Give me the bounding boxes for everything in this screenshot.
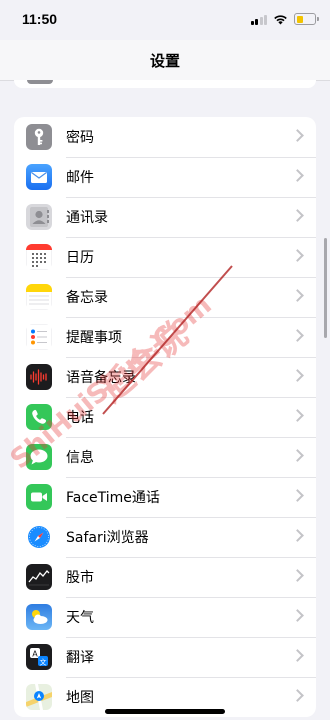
status-time: 11:50 [22, 11, 58, 27]
cellular-signal-icon [250, 14, 267, 25]
maps-icon [26, 684, 52, 710]
key-icon [26, 124, 52, 150]
battery-icon [294, 13, 319, 25]
settings-row-weather[interactable]: 天气 [14, 597, 316, 637]
weather-icon [26, 604, 52, 630]
settings-row-facetime[interactable]: FaceTime通话 [14, 477, 316, 517]
settings-row-contacts[interactable]: 通讯录 [14, 197, 316, 237]
mail-icon [26, 164, 52, 190]
status-icons [250, 13, 319, 25]
previous-settings-group [14, 80, 316, 88]
row-label: 备忘录 [66, 290, 108, 306]
settings-row-safari[interactable]: Safari浏览器 [14, 517, 316, 557]
chevron-right-icon [291, 529, 304, 542]
settings-row-reminders[interactable]: 提醒事项 [14, 317, 316, 357]
settings-row-calendar[interactable]: 日历 [14, 237, 316, 277]
chevron-right-icon [291, 649, 304, 662]
stocks-icon [26, 564, 52, 590]
messages-icon [26, 444, 52, 470]
wifi-icon [274, 14, 287, 24]
settings-row-stocks[interactable]: 股市 [14, 557, 316, 597]
settings-row-mail[interactable]: 邮件 [14, 157, 316, 197]
chevron-right-icon [291, 489, 304, 502]
row-label: FaceTime通话 [66, 490, 160, 506]
row-label: 日历 [66, 250, 94, 266]
row-label: 地图 [66, 690, 94, 706]
svg-text:A: A [32, 650, 38, 659]
row-label: 信息 [66, 450, 94, 466]
row-label: 股市 [66, 570, 94, 586]
chevron-right-icon [291, 409, 304, 422]
translate-icon: A文 [26, 644, 52, 670]
row-label: Safari浏览器 [66, 530, 149, 546]
notes-icon [26, 284, 52, 310]
settings-row-messages[interactable]: 信息 [14, 437, 316, 477]
settings-row-translate[interactable]: A文 翻译 [14, 637, 316, 677]
navigation-bar: 设置 [0, 40, 330, 81]
row-label: 提醒事项 [66, 330, 122, 346]
facetime-icon [26, 484, 52, 510]
settings-row-notes[interactable]: 备忘录 [14, 277, 316, 317]
battery-level [296, 15, 304, 23]
chevron-right-icon [291, 689, 304, 702]
calendar-icon [26, 244, 52, 270]
settings-row-passwords[interactable]: 密码 [14, 117, 316, 157]
chevron-right-icon [291, 329, 304, 342]
row-label: 翻译 [66, 650, 94, 666]
phone-icon [26, 404, 52, 430]
row-label: 语音备忘录 [66, 370, 136, 386]
home-indicator[interactable] [105, 709, 225, 714]
safari-icon [26, 524, 52, 550]
voice-memos-icon [26, 364, 52, 390]
row-label: 密码 [66, 130, 94, 146]
reminders-icon [26, 324, 52, 350]
chevron-right-icon [291, 209, 304, 222]
chevron-right-icon [291, 609, 304, 622]
row-label: 电话 [66, 410, 94, 426]
chevron-right-icon [291, 369, 304, 382]
chevron-right-icon [291, 129, 304, 142]
scroll-indicator[interactable] [324, 238, 327, 338]
chevron-right-icon [291, 249, 304, 262]
row-label: 通讯录 [66, 210, 108, 226]
settings-row-phone[interactable]: 电话 [14, 397, 316, 437]
chevron-right-icon [291, 169, 304, 182]
contacts-icon [26, 204, 52, 230]
previous-row-icon [27, 80, 53, 84]
settings-list: 密码 邮件 通讯录 日历 备忘录 提醒事项 语音备忘录 电话 信息 FaceTi… [14, 117, 316, 717]
page-title: 设置 [149, 52, 180, 70]
row-label: 邮件 [66, 170, 94, 186]
chevron-right-icon [291, 289, 304, 302]
status-bar: 11:50 [0, 0, 330, 40]
svg-text:文: 文 [40, 657, 47, 666]
chevron-right-icon [291, 569, 304, 582]
settings-row-voice-memos[interactable]: 语音备忘录 [14, 357, 316, 397]
row-label: 天气 [66, 610, 94, 626]
chevron-right-icon [291, 449, 304, 462]
